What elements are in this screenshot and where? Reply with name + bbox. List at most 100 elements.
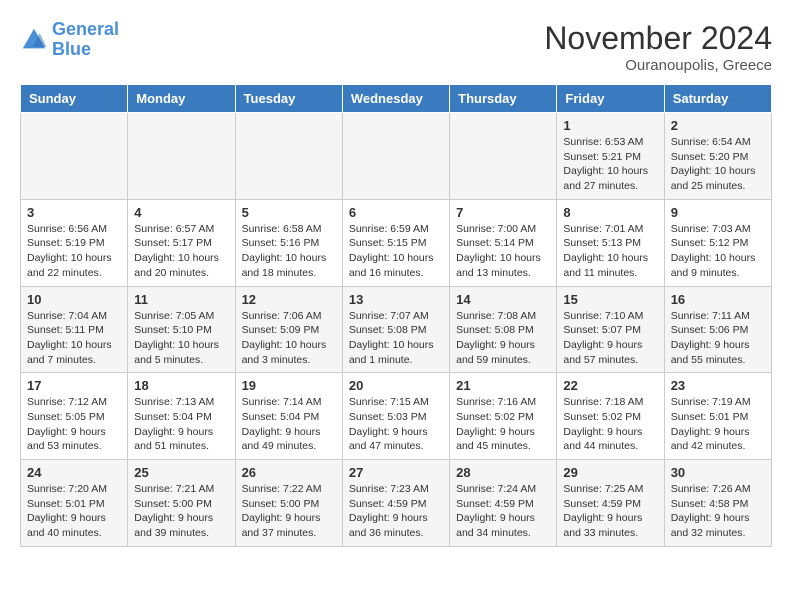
day-info: Sunrise: 7:24 AM Sunset: 4:59 PM Dayligh… xyxy=(456,482,550,541)
calendar-cell: 30 Sunrise: 7:26 AM Sunset: 4:58 PM Dayli… xyxy=(664,460,771,547)
day-number: 3 xyxy=(27,205,121,220)
day-info: Sunrise: 6:56 AM Sunset: 5:19 PM Dayligh… xyxy=(27,222,121,281)
calendar-cell: 22 Sunrise: 7:18 AM Sunset: 5:02 PM Dayli… xyxy=(557,373,664,460)
calendar-cell: 10 Sunrise: 7:04 AM Sunset: 5:11 PM Dayli… xyxy=(21,286,128,373)
day-number: 1 xyxy=(563,118,657,133)
day-header-sunday: Sunday xyxy=(21,85,128,113)
day-header-wednesday: Wednesday xyxy=(342,85,449,113)
day-info: Sunrise: 7:25 AM Sunset: 4:59 PM Dayligh… xyxy=(563,482,657,541)
calendar-cell: 24 Sunrise: 7:20 AM Sunset: 5:01 PM Dayli… xyxy=(21,460,128,547)
day-info: Sunrise: 7:04 AM Sunset: 5:11 PM Dayligh… xyxy=(27,309,121,368)
calendar-cell xyxy=(342,113,449,200)
title-block: November 2024 Ouranoupolis, Greece xyxy=(544,20,772,74)
day-info: Sunrise: 6:57 AM Sunset: 5:17 PM Dayligh… xyxy=(134,222,228,281)
logo-icon xyxy=(20,26,48,54)
calendar-cell: 13Sunrise: 7:07 AM Sunset: 5:08 PM Dayli… xyxy=(342,286,449,373)
calendar-cell: 26 Sunrise: 7:22 AM Sunset: 5:00 PM Dayli… xyxy=(235,460,342,547)
calendar-cell: 23 Sunrise: 7:19 AM Sunset: 5:01 PM Dayli… xyxy=(664,373,771,460)
calendar-cell: 6Sunrise: 6:59 AM Sunset: 5:15 PM Daylig… xyxy=(342,199,449,286)
day-header-friday: Friday xyxy=(557,85,664,113)
calendar-cell: 21 Sunrise: 7:16 AM Sunset: 5:02 PM Dayli… xyxy=(450,373,557,460)
day-info: Sunrise: 7:11 AM Sunset: 5:06 PM Dayligh… xyxy=(671,309,765,368)
page-header: General Blue November 2024 Ouranoupolis,… xyxy=(20,20,772,74)
calendar-cell xyxy=(450,113,557,200)
day-number: 30 xyxy=(671,465,765,480)
day-info: Sunrise: 7:15 AM Sunset: 5:03 PM Dayligh… xyxy=(349,395,443,454)
location-subtitle: Ouranoupolis, Greece xyxy=(544,57,772,74)
day-number: 26 xyxy=(242,465,336,480)
calendar-cell: 27Sunrise: 7:23 AM Sunset: 4:59 PM Dayli… xyxy=(342,460,449,547)
logo-line1: General xyxy=(52,19,119,39)
calendar-cell xyxy=(21,113,128,200)
day-number: 9 xyxy=(671,205,765,220)
day-header-monday: Monday xyxy=(128,85,235,113)
day-number: 20 xyxy=(349,378,443,393)
day-info: Sunrise: 7:10 AM Sunset: 5:07 PM Dayligh… xyxy=(563,309,657,368)
day-info: Sunrise: 7:19 AM Sunset: 5:01 PM Dayligh… xyxy=(671,395,765,454)
day-info: Sunrise: 7:14 AM Sunset: 5:04 PM Dayligh… xyxy=(242,395,336,454)
header-row: SundayMondayTuesdayWednesdayThursdayFrid… xyxy=(21,85,772,113)
week-row-4: 17Sunrise: 7:12 AM Sunset: 5:05 PM Dayli… xyxy=(21,373,772,460)
day-header-thursday: Thursday xyxy=(450,85,557,113)
day-info: Sunrise: 6:54 AM Sunset: 5:20 PM Dayligh… xyxy=(671,135,765,194)
day-number: 2 xyxy=(671,118,765,133)
day-number: 18 xyxy=(134,378,228,393)
calendar-cell: 4 Sunrise: 6:57 AM Sunset: 5:17 PM Daylig… xyxy=(128,199,235,286)
day-number: 8 xyxy=(563,205,657,220)
calendar-cell: 9 Sunrise: 7:03 AM Sunset: 5:12 PM Daylig… xyxy=(664,199,771,286)
calendar-cell: 5 Sunrise: 6:58 AM Sunset: 5:16 PM Daylig… xyxy=(235,199,342,286)
day-number: 21 xyxy=(456,378,550,393)
logo-text: General Blue xyxy=(52,20,119,60)
day-info: Sunrise: 7:22 AM Sunset: 5:00 PM Dayligh… xyxy=(242,482,336,541)
calendar-cell: 16 Sunrise: 7:11 AM Sunset: 5:06 PM Dayli… xyxy=(664,286,771,373)
day-info: Sunrise: 7:05 AM Sunset: 5:10 PM Dayligh… xyxy=(134,309,228,368)
day-info: Sunrise: 7:18 AM Sunset: 5:02 PM Dayligh… xyxy=(563,395,657,454)
day-info: Sunrise: 6:58 AM Sunset: 5:16 PM Dayligh… xyxy=(242,222,336,281)
calendar-cell: 18Sunrise: 7:13 AM Sunset: 5:04 PM Dayli… xyxy=(128,373,235,460)
day-header-tuesday: Tuesday xyxy=(235,85,342,113)
calendar-cell: 20 Sunrise: 7:15 AM Sunset: 5:03 PM Dayli… xyxy=(342,373,449,460)
day-number: 15 xyxy=(563,292,657,307)
calendar-cell: 15 Sunrise: 7:10 AM Sunset: 5:07 PM Dayli… xyxy=(557,286,664,373)
day-info: Sunrise: 7:23 AM Sunset: 4:59 PM Dayligh… xyxy=(349,482,443,541)
day-number: 16 xyxy=(671,292,765,307)
calendar-cell: 17Sunrise: 7:12 AM Sunset: 5:05 PM Dayli… xyxy=(21,373,128,460)
calendar-cell: 1 Sunrise: 6:53 AM Sunset: 5:21 PM Daylig… xyxy=(557,113,664,200)
day-info: Sunrise: 7:06 AM Sunset: 5:09 PM Dayligh… xyxy=(242,309,336,368)
week-row-3: 10 Sunrise: 7:04 AM Sunset: 5:11 PM Dayli… xyxy=(21,286,772,373)
day-number: 24 xyxy=(27,465,121,480)
day-info: Sunrise: 7:16 AM Sunset: 5:02 PM Dayligh… xyxy=(456,395,550,454)
month-title: November 2024 xyxy=(544,20,772,57)
day-header-saturday: Saturday xyxy=(664,85,771,113)
calendar-table: SundayMondayTuesdayWednesdayThursdayFrid… xyxy=(20,84,772,547)
day-info: Sunrise: 7:07 AM Sunset: 5:08 PM Dayligh… xyxy=(349,309,443,368)
day-info: Sunrise: 7:12 AM Sunset: 5:05 PM Dayligh… xyxy=(27,395,121,454)
calendar-cell: 3 Sunrise: 6:56 AM Sunset: 5:19 PM Daylig… xyxy=(21,199,128,286)
day-number: 14 xyxy=(456,292,550,307)
day-info: Sunrise: 7:08 AM Sunset: 5:08 PM Dayligh… xyxy=(456,309,550,368)
logo-line2: Blue xyxy=(52,39,91,59)
day-number: 10 xyxy=(27,292,121,307)
day-info: Sunrise: 7:26 AM Sunset: 4:58 PM Dayligh… xyxy=(671,482,765,541)
week-row-5: 24 Sunrise: 7:20 AM Sunset: 5:01 PM Dayli… xyxy=(21,460,772,547)
day-info: Sunrise: 6:53 AM Sunset: 5:21 PM Dayligh… xyxy=(563,135,657,194)
day-number: 23 xyxy=(671,378,765,393)
calendar-cell: 7Sunrise: 7:00 AM Sunset: 5:14 PM Daylig… xyxy=(450,199,557,286)
day-number: 5 xyxy=(242,205,336,220)
calendar-cell: 2 Sunrise: 6:54 AM Sunset: 5:20 PM Daylig… xyxy=(664,113,771,200)
day-info: Sunrise: 7:20 AM Sunset: 5:01 PM Dayligh… xyxy=(27,482,121,541)
day-number: 7 xyxy=(456,205,550,220)
day-number: 4 xyxy=(134,205,228,220)
calendar-cell: 29Sunrise: 7:25 AM Sunset: 4:59 PM Dayli… xyxy=(557,460,664,547)
calendar-cell: 8 Sunrise: 7:01 AM Sunset: 5:13 PM Daylig… xyxy=(557,199,664,286)
calendar-cell: 19Sunrise: 7:14 AM Sunset: 5:04 PM Dayli… xyxy=(235,373,342,460)
day-info: Sunrise: 7:21 AM Sunset: 5:00 PM Dayligh… xyxy=(134,482,228,541)
day-number: 22 xyxy=(563,378,657,393)
day-number: 11 xyxy=(134,292,228,307)
day-info: Sunrise: 6:59 AM Sunset: 5:15 PM Dayligh… xyxy=(349,222,443,281)
calendar-cell xyxy=(235,113,342,200)
calendar-cell: 14 Sunrise: 7:08 AM Sunset: 5:08 PM Dayli… xyxy=(450,286,557,373)
week-row-1: 1 Sunrise: 6:53 AM Sunset: 5:21 PM Daylig… xyxy=(21,113,772,200)
day-info: Sunrise: 7:03 AM Sunset: 5:12 PM Dayligh… xyxy=(671,222,765,281)
day-info: Sunrise: 7:01 AM Sunset: 5:13 PM Dayligh… xyxy=(563,222,657,281)
